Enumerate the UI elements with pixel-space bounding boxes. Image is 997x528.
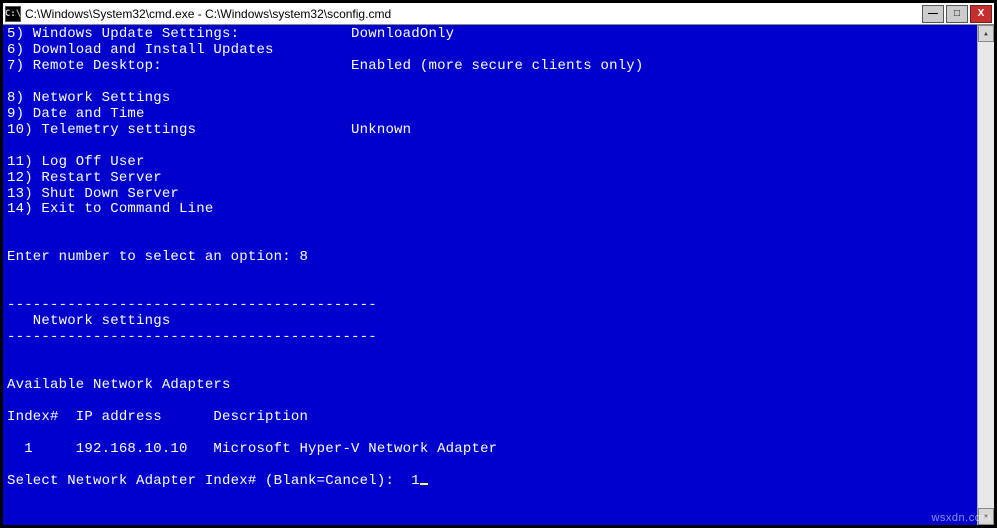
scroll-track[interactable]	[978, 42, 994, 508]
adapter-prompt: Select Network Adapter Index# (Blank=Can…	[7, 473, 411, 489]
minimize-button[interactable]: —	[922, 5, 944, 23]
console-output[interactable]: 5) Windows Update Settings: DownloadOnly…	[3, 25, 977, 525]
console-area: 5) Windows Update Settings: DownloadOnly…	[3, 25, 994, 525]
scrollbar[interactable]: ▴ ▾	[977, 25, 994, 525]
watermark: wsxdn.com	[931, 512, 991, 524]
scroll-up-button[interactable]: ▴	[978, 25, 994, 42]
window-title: C:\Windows\System32\cmd.exe - C:\Windows…	[25, 7, 922, 21]
maximize-button[interactable]: □	[946, 5, 968, 23]
adapter-prompt-value: 1	[411, 473, 420, 489]
titlebar: C:\ C:\Windows\System32\cmd.exe - C:\Win…	[3, 3, 994, 25]
cmd-icon: C:\	[5, 6, 21, 22]
close-button[interactable]: X	[970, 5, 992, 23]
text-cursor	[420, 483, 428, 485]
window-controls: — □ X	[922, 5, 992, 23]
cmd-window: C:\ C:\Windows\System32\cmd.exe - C:\Win…	[2, 2, 995, 526]
